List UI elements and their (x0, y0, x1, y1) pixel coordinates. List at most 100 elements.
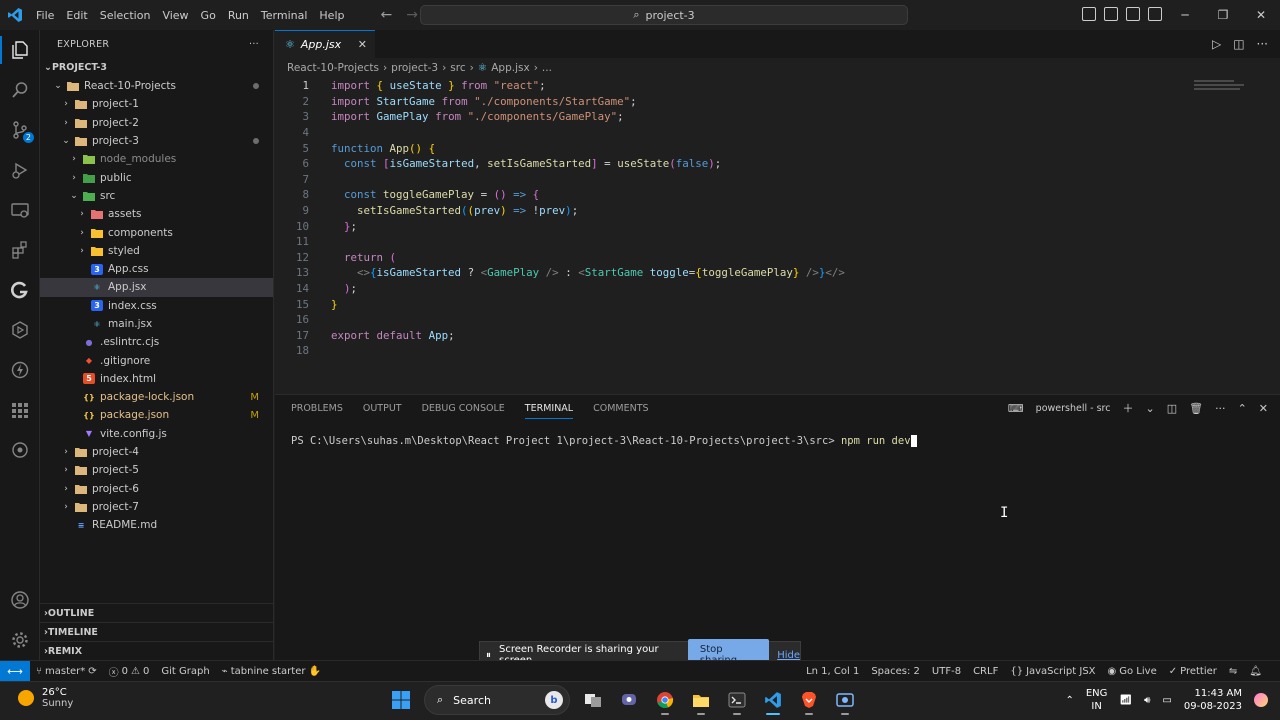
breadcrumb-item[interactable]: React-10-Projects (287, 62, 379, 74)
folder-item[interactable]: › project-2 (40, 114, 273, 132)
remote-explorer-icon[interactable] (0, 190, 40, 230)
customize-layout-icon[interactable] (1148, 7, 1162, 21)
brave-browser-icon[interactable] (796, 685, 822, 715)
split-editor-icon[interactable]: ◫ (1233, 37, 1244, 51)
kill-terminal-icon[interactable]: 🗑 (1189, 402, 1203, 415)
git-graph-button[interactable]: Git Graph (155, 666, 215, 677)
menu-view[interactable]: View (156, 9, 194, 22)
branch-indicator[interactable]: ⑂ master* ⟳ (30, 666, 103, 677)
terminal-shell-selector[interactable]: powershell - src (1036, 403, 1111, 414)
screen-recorder-app-icon[interactable] (832, 685, 858, 715)
minimap[interactable] (1194, 78, 1248, 102)
toggle-panel-icon[interactable] (1104, 7, 1118, 21)
folder-item[interactable]: › public (40, 168, 273, 186)
folder-item[interactable]: ⌄ src (40, 187, 273, 205)
teams-chat-icon[interactable] (616, 685, 642, 715)
chrome-icon[interactable] (652, 685, 678, 715)
split-terminal-icon[interactable]: ◫ (1167, 402, 1177, 415)
menu-selection[interactable]: Selection (94, 9, 157, 22)
terminal-output[interactable]: PS C:\Users\suhas.m\Desktop\React Projec… (291, 435, 917, 447)
file-item[interactable]: 3 App.css (40, 260, 273, 278)
more-actions-icon[interactable]: ··· (1257, 37, 1268, 51)
language-mode[interactable]: {} JavaScript JSX (1004, 666, 1101, 677)
battery-icon[interactable]: ▭ (1162, 695, 1171, 706)
menu-terminal[interactable]: Terminal (255, 9, 314, 22)
gitkraken-icon[interactable] (0, 270, 40, 310)
copilot-icon[interactable] (0, 430, 40, 470)
folder-item[interactable]: ⌄ project-3 (40, 132, 273, 150)
file-item[interactable]: ≡ README.md (40, 516, 273, 534)
back-arrow-icon[interactable]: ← (380, 7, 392, 23)
cursor-position[interactable]: Ln 1, Col 1 (800, 666, 865, 677)
maximize-panel-icon[interactable]: ⌃ (1238, 402, 1247, 415)
close-tab-icon[interactable]: ✕ (358, 38, 367, 51)
file-item[interactable]: {} package-lock.json M (40, 388, 273, 406)
explorer-icon[interactable] (0, 30, 40, 70)
accounts-icon[interactable] (0, 580, 40, 620)
tab-app-jsx[interactable]: ⚛ App.jsx ✕ (275, 30, 375, 58)
file-item[interactable]: ⚛ App.jsx (40, 278, 273, 297)
run-debug-icon[interactable] (0, 150, 40, 190)
folder-item[interactable]: › components (40, 223, 273, 241)
file-explorer-icon[interactable] (688, 685, 714, 715)
breadcrumb-item[interactable]: App.jsx (491, 62, 529, 74)
copilot-taskbar-icon[interactable] (1254, 693, 1268, 707)
folder-item[interactable]: › project-1 (40, 95, 273, 113)
thunder-client-icon[interactable] (0, 350, 40, 390)
go-live-button[interactable]: ◉ Go Live (1102, 666, 1163, 677)
clock[interactable]: 11:43 AM 09-08-2023 (1184, 687, 1242, 713)
minimize-button[interactable]: ─ (1166, 0, 1204, 30)
end-of-line[interactable]: CRLF (967, 666, 1004, 677)
search-view-icon[interactable] (0, 70, 40, 110)
folder-item[interactable]: ⌄ React-10-Projects (40, 77, 273, 95)
sync-icon[interactable]: ⟳ (88, 666, 96, 677)
weather-widget[interactable]: 26°C Sunny (18, 687, 73, 709)
file-item[interactable]: ◆ .gitignore (40, 351, 273, 369)
menu-help[interactable]: Help (313, 9, 350, 22)
file-item[interactable]: ⚛ main.jsx (40, 315, 273, 333)
panel-tab-output[interactable]: OUTPUT (363, 403, 402, 414)
source-control-icon[interactable]: 2 (0, 110, 40, 150)
wifi-icon[interactable]: 📶︎ (1119, 695, 1132, 706)
explorer-more-actions-icon[interactable]: ··· (249, 39, 259, 50)
run-code-icon[interactable]: ▷ (1212, 37, 1221, 51)
panel-tab-problems[interactable]: PROBLEMS (291, 403, 343, 414)
toggle-secondary-sidebar-icon[interactable] (1126, 7, 1140, 21)
workspace-root[interactable]: ⌄ PROJECT-3 (40, 58, 273, 77)
chevron-down-icon[interactable]: ⌄ (1145, 402, 1154, 415)
language-indicator[interactable]: ENG IN (1086, 687, 1108, 713)
prettier-indicator[interactable]: ✓ Prettier (1163, 666, 1223, 677)
toggle-primary-sidebar-icon[interactable] (1082, 7, 1096, 21)
task-view-icon[interactable] (580, 685, 606, 715)
breadcrumb-item[interactable]: src (450, 62, 465, 74)
folder-item[interactable]: › project-5 (40, 461, 273, 479)
breadcrumb-item[interactable]: project-3 (391, 62, 438, 74)
file-item[interactable]: 5 index.html (40, 370, 273, 388)
terminal-app-icon[interactable] (724, 685, 750, 715)
taskbar-search[interactable]: ⌕ Search b (424, 685, 570, 715)
code-editor[interactable]: 1 import { useState } from "react"; 2 impo… (275, 78, 1280, 394)
more-actions-icon[interactable]: ··· (1215, 402, 1226, 415)
grid-apps-icon[interactable] (0, 390, 40, 430)
file-item[interactable]: ▼ vite.config.js (40, 425, 273, 443)
menu-edit[interactable]: Edit (60, 9, 93, 22)
close-window-button[interactable]: ✕ (1242, 0, 1280, 30)
menu-go[interactable]: Go (195, 9, 222, 22)
hide-link[interactable]: Hide (777, 650, 800, 661)
settings-gear-icon[interactable] (0, 620, 40, 660)
windows-start-icon[interactable] (388, 685, 414, 715)
file-item[interactable]: ● .eslintrc.cjs (40, 333, 273, 351)
show-hidden-icons-icon[interactable]: ⌃ (1065, 695, 1073, 706)
file-item[interactable]: {} package.json M (40, 406, 273, 424)
menu-file[interactable]: File (30, 9, 60, 22)
folder-item[interactable]: › project-7 (40, 498, 273, 516)
remote-indicator-icon[interactable]: ⟷ (0, 660, 30, 682)
volume-icon[interactable]: 🔊︎ (1144, 695, 1150, 706)
file-item[interactable]: 3 index.css (40, 297, 273, 315)
feedback-icon[interactable]: ⇋ (1223, 666, 1243, 677)
folder-item[interactable]: › node_modules (40, 150, 273, 168)
panel-tab-terminal[interactable]: TERMINAL (524, 403, 574, 419)
notifications-bell-icon[interactable]: 🔔︎ (1243, 666, 1268, 677)
forward-arrow-icon[interactable]: → (406, 7, 418, 23)
close-panel-icon[interactable]: ✕ (1259, 402, 1268, 415)
